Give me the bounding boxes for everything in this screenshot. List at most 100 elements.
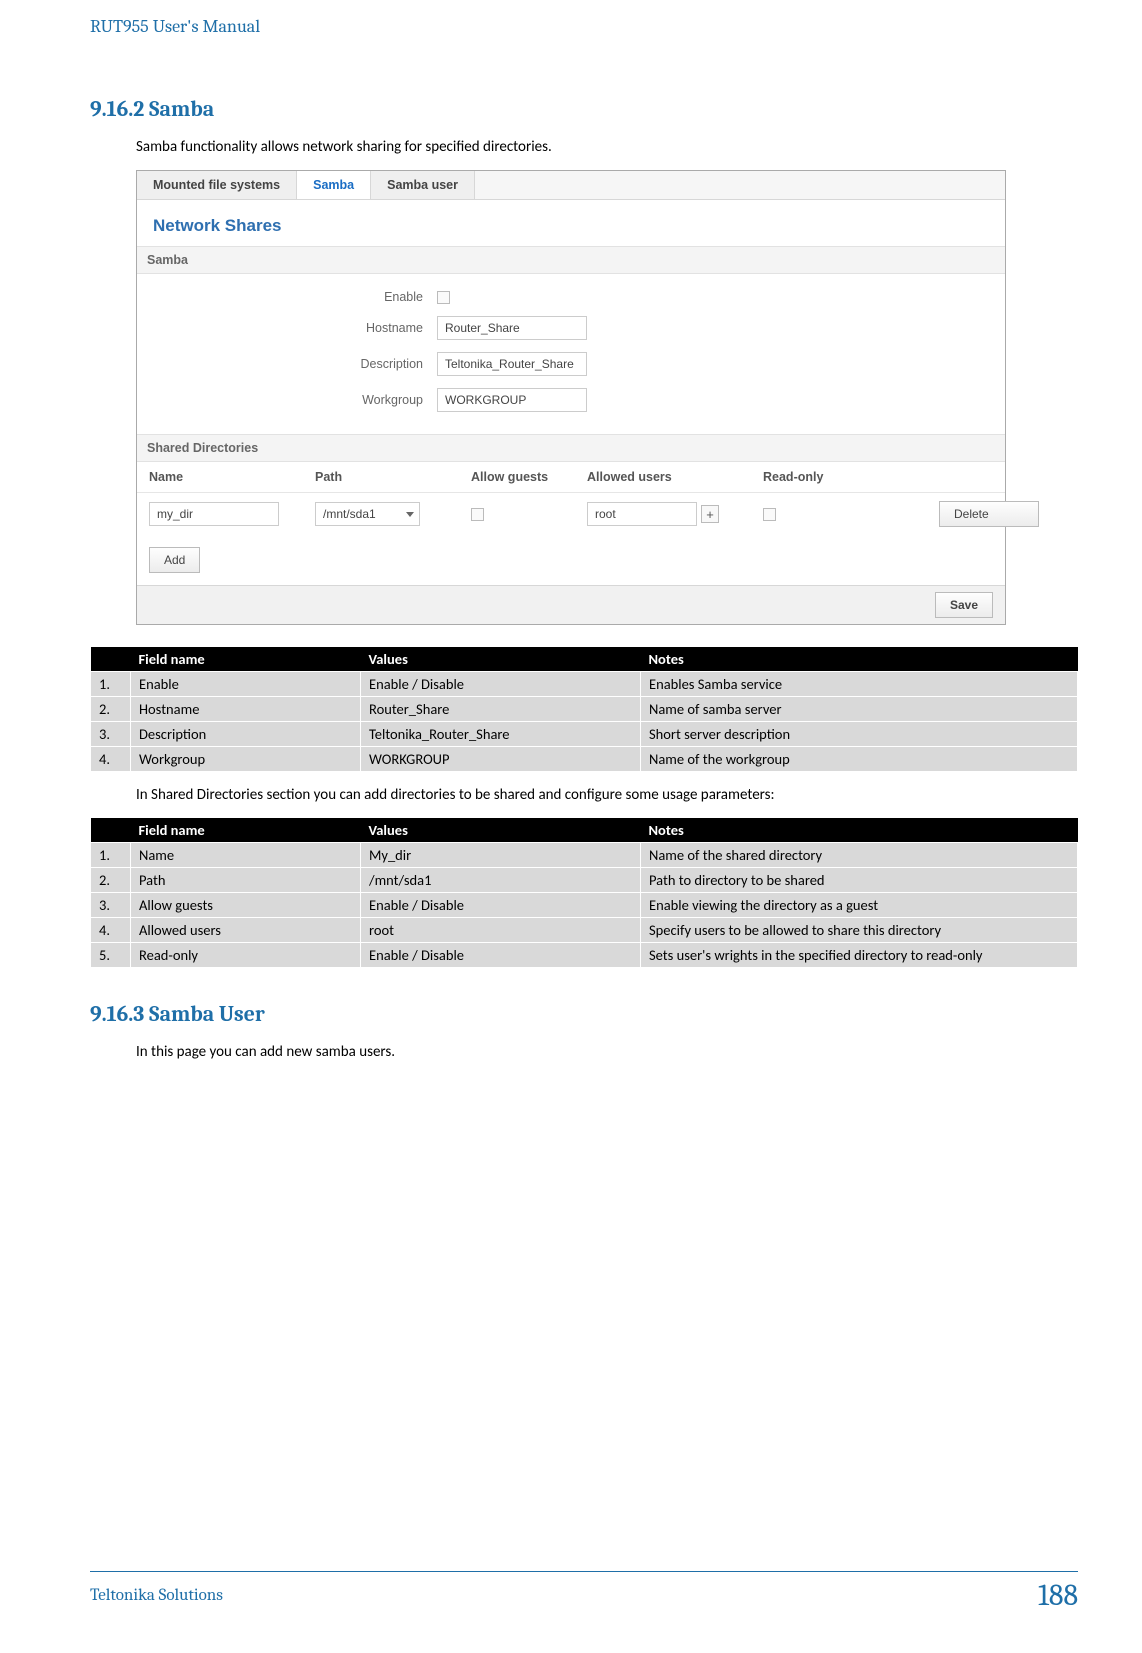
- table-row: 3.Allow guestsEnable / DisableEnable vie…: [91, 893, 1078, 918]
- dir-path-select[interactable]: /mnt/sda1: [315, 502, 420, 526]
- cell-field: Allowed users: [131, 918, 361, 943]
- plus-icon: +: [706, 507, 714, 522]
- samba-panel-header: Samba: [137, 246, 1005, 274]
- cell-notes: Name of the workgroup: [641, 747, 1078, 772]
- col-allowguests: Allow guests: [471, 470, 581, 484]
- cell-notes: Specify users to be allowed to share thi…: [641, 918, 1078, 943]
- cell-field: Description: [131, 722, 361, 747]
- tab-samba[interactable]: Samba: [297, 171, 371, 199]
- cell-field: Workgroup: [131, 747, 361, 772]
- cell-notes: Short server description: [641, 722, 1078, 747]
- section-name: Samba User: [149, 1002, 265, 1027]
- param-table-shared-dirs: Field name Values Notes 1.NameMy_dirName…: [90, 818, 1078, 968]
- cell-n: 1.: [91, 672, 131, 697]
- cell-field: Path: [131, 868, 361, 893]
- page-footer: Teltonika Solutions 188: [90, 1571, 1078, 1613]
- readonly-checkbox[interactable]: [763, 508, 776, 521]
- section-heading-samba-user: 9.16.3 Samba User: [90, 1002, 1078, 1027]
- enable-label: Enable: [137, 290, 437, 304]
- cell-notes: Name of the shared directory: [641, 843, 1078, 868]
- col-readonly: Read-only: [763, 470, 933, 484]
- cell-notes: Path to directory to be shared: [641, 868, 1078, 893]
- table-row: 2.Path/mnt/sda1Path to directory to be s…: [91, 868, 1078, 893]
- cell-n: 4.: [91, 918, 131, 943]
- cell-notes: Enable viewing the directory as a guest: [641, 893, 1078, 918]
- allow-guests-checkbox[interactable]: [471, 508, 484, 521]
- cell-n: 2.: [91, 868, 131, 893]
- footer-source: Teltonika Solutions: [90, 1586, 223, 1605]
- description-input[interactable]: [437, 352, 587, 376]
- cell-values: Enable / Disable: [361, 672, 641, 697]
- section-name: Samba: [149, 97, 214, 122]
- cell-notes: Enables Samba service: [641, 672, 1078, 697]
- col-allowedusers: Allowed users: [587, 470, 757, 484]
- table-row: 1.EnableEnable / DisableEnables Samba se…: [91, 672, 1078, 697]
- add-user-button[interactable]: +: [701, 505, 719, 523]
- workgroup-label: Workgroup: [137, 393, 437, 407]
- shared-dirs-panel-header: Shared Directories: [137, 434, 1005, 462]
- th-num: [91, 647, 131, 672]
- section-number: 9.16.2: [90, 97, 144, 122]
- table-row: 1.NameMy_dirName of the shared directory: [91, 843, 1078, 868]
- cell-field: Hostname: [131, 697, 361, 722]
- tab-mounted-fs[interactable]: Mounted file systems: [137, 171, 297, 199]
- dir-name-input[interactable]: [149, 502, 279, 526]
- cell-values: /mnt/sda1: [361, 868, 641, 893]
- table-row: 5.Read-onlyEnable / DisableSets user's w…: [91, 943, 1078, 968]
- th-values: Values: [361, 647, 641, 672]
- col-name: Name: [149, 470, 309, 484]
- table-row: 4.Allowed usersrootSpecify users to be a…: [91, 918, 1078, 943]
- enable-checkbox[interactable]: [437, 291, 450, 304]
- col-path: Path: [315, 470, 465, 484]
- cell-values: Enable / Disable: [361, 893, 641, 918]
- section-number: 9.16.3: [90, 1002, 144, 1027]
- cell-field: Read-only: [131, 943, 361, 968]
- footer-page-number: 188: [1038, 1578, 1078, 1613]
- cell-n: 5.: [91, 943, 131, 968]
- table-row: /mnt/sda1 + Delete: [137, 493, 1005, 535]
- description-label: Description: [137, 357, 437, 371]
- table-row: 2.HostnameRouter_ShareName of samba serv…: [91, 697, 1078, 722]
- cell-field: Allow guests: [131, 893, 361, 918]
- tab-samba-user[interactable]: Samba user: [371, 171, 475, 199]
- allowed-users-input[interactable]: [587, 502, 697, 526]
- th-notes: Notes: [641, 647, 1078, 672]
- table-row: 3.DescriptionTeltonika_Router_ShareShort…: [91, 722, 1078, 747]
- cell-notes: Name of samba server: [641, 697, 1078, 722]
- cell-values: My_dir: [361, 843, 641, 868]
- add-button[interactable]: Add: [149, 547, 200, 573]
- document-header: RUT955 User's Manual: [90, 16, 1078, 37]
- table-row: 4.WorkgroupWORKGROUPName of the workgrou…: [91, 747, 1078, 772]
- cell-values: root: [361, 918, 641, 943]
- th-num: [91, 818, 131, 843]
- param-table-samba: Field name Values Notes 1.EnableEnable /…: [90, 647, 1078, 772]
- cell-field: Name: [131, 843, 361, 868]
- delete-button[interactable]: Delete: [939, 501, 1039, 527]
- section-intro: Samba functionality allows network shari…: [136, 138, 1078, 156]
- cell-values: WORKGROUP: [361, 747, 641, 772]
- section-heading-samba: 9.16.2 Samba: [90, 97, 1078, 122]
- cell-n: 4.: [91, 747, 131, 772]
- cell-n: 1.: [91, 843, 131, 868]
- hostname-input[interactable]: [437, 316, 587, 340]
- mid-paragraph: In Shared Directories section you can ad…: [136, 786, 1078, 804]
- cell-field: Enable: [131, 672, 361, 697]
- cell-values: Enable / Disable: [361, 943, 641, 968]
- tab-strip: Mounted file systems Samba Samba user: [137, 171, 1005, 200]
- cell-n: 2.: [91, 697, 131, 722]
- workgroup-input[interactable]: [437, 388, 587, 412]
- th-field: Field name: [131, 818, 361, 843]
- th-values: Values: [361, 818, 641, 843]
- cell-values: Router_Share: [361, 697, 641, 722]
- config-screenshot: Mounted file systems Samba Samba user Ne…: [136, 170, 1006, 625]
- cell-n: 3.: [91, 722, 131, 747]
- save-button[interactable]: Save: [935, 592, 993, 618]
- cell-values: Teltonika_Router_Share: [361, 722, 641, 747]
- th-notes: Notes: [641, 818, 1078, 843]
- hostname-label: Hostname: [137, 321, 437, 335]
- section2-intro: In this page you can add new samba users…: [136, 1043, 1078, 1061]
- network-shares-title: Network Shares: [137, 200, 1005, 246]
- cell-n: 3.: [91, 893, 131, 918]
- th-field: Field name: [131, 647, 361, 672]
- cell-notes: Sets user's wrights in the specified dir…: [641, 943, 1078, 968]
